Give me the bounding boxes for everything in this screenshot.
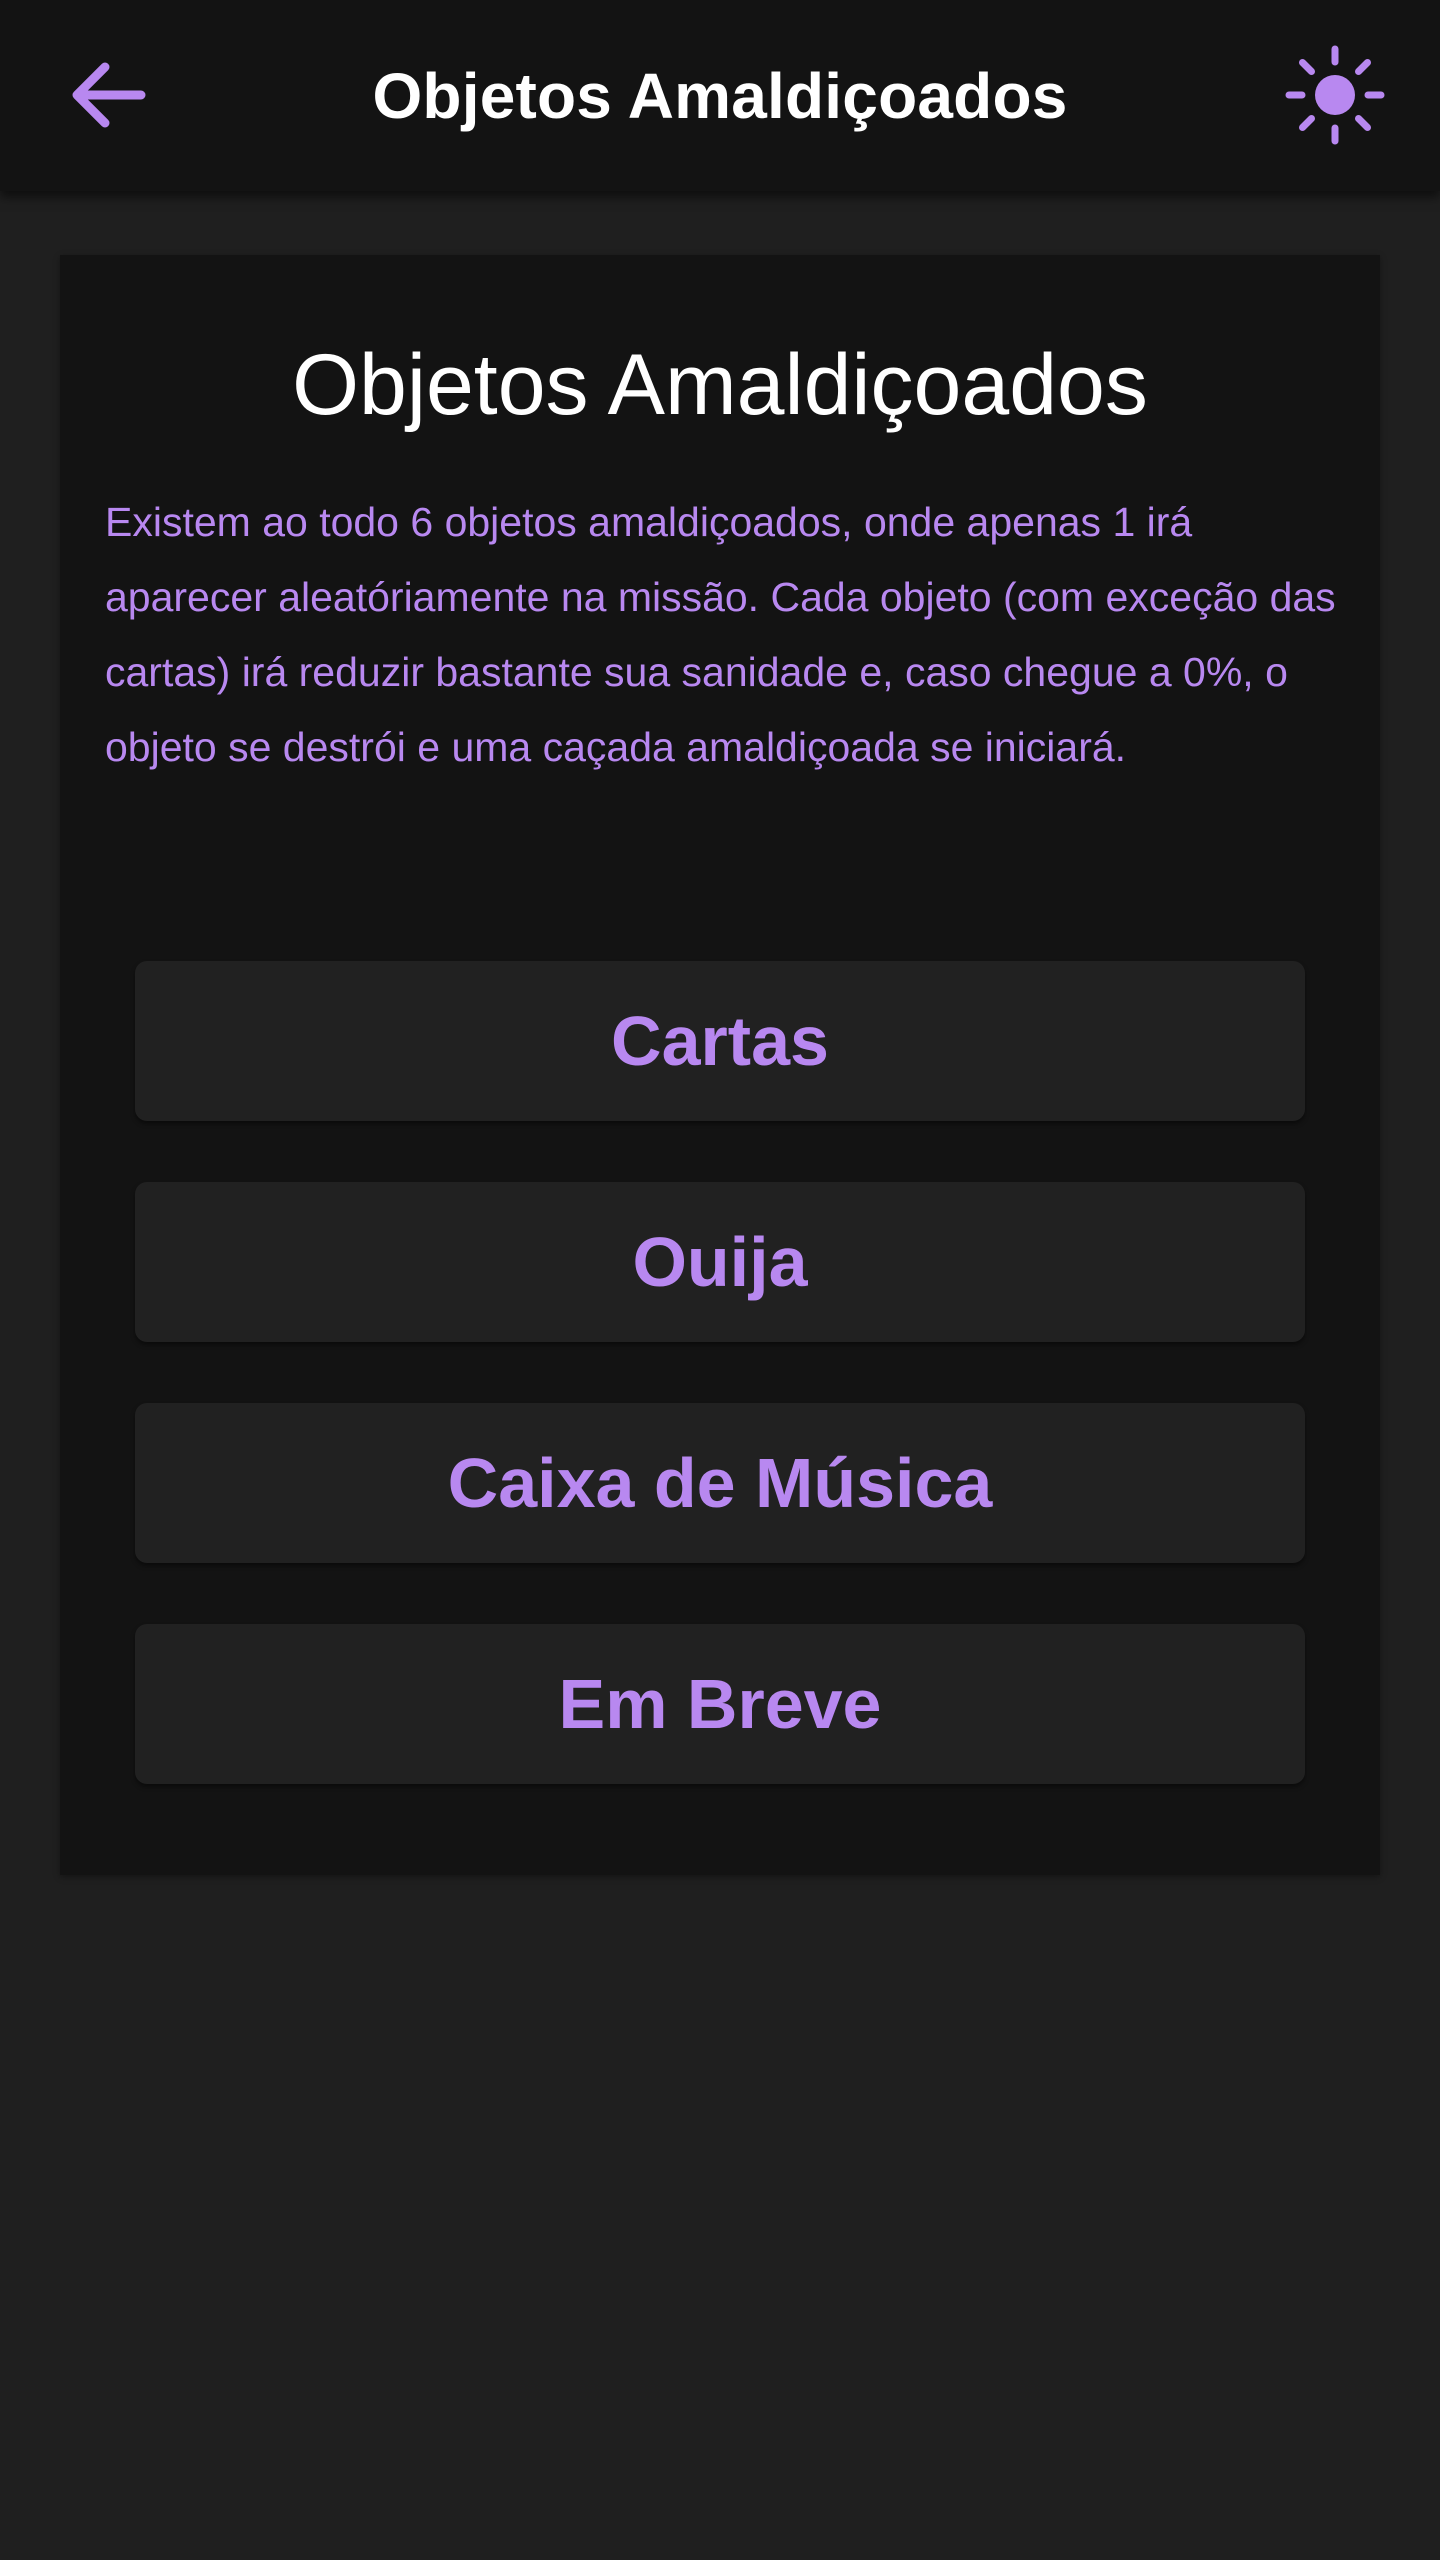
em-breve-button[interactable]: Em Breve — [135, 1624, 1305, 1784]
sun-icon — [1285, 45, 1385, 145]
caixa-de-musica-button[interactable]: Caixa de Música — [135, 1403, 1305, 1563]
cartas-button[interactable]: Cartas — [135, 961, 1305, 1121]
theme-toggle-button[interactable] — [1280, 40, 1390, 150]
content-card: Objetos Amaldiçoados Existem ao todo 6 o… — [60, 255, 1380, 1875]
objects-menu: Cartas Ouija Caixa de Música Em Breve — [135, 961, 1305, 1845]
app-bar: Objetos Amaldiçoados — [0, 0, 1440, 191]
ouija-button[interactable]: Ouija — [135, 1182, 1305, 1342]
description-text: Existem ao todo 6 objetos amaldiçoados, … — [105, 499, 1336, 770]
page-heading: Objetos Amaldiçoados — [292, 337, 1148, 433]
app-bar-title: Objetos Amaldiçoados — [372, 60, 1068, 132]
